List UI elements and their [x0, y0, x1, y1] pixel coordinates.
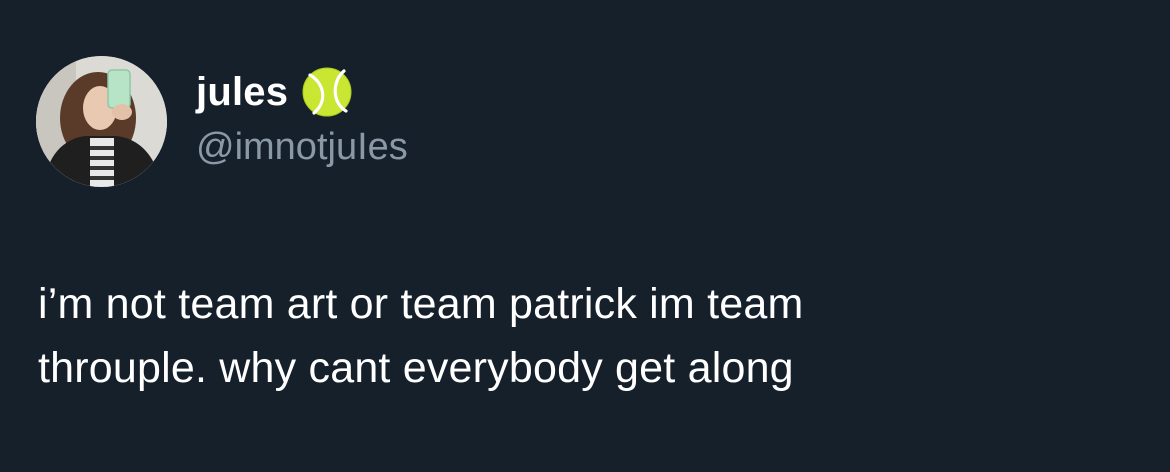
avatar-photo [36, 56, 167, 187]
tweet-text: i’m not team art or team patrick im team… [38, 272, 1128, 400]
author-name-row: jules [196, 64, 408, 120]
author-display-name[interactable]: jules [196, 64, 288, 120]
tennis-ball-icon [302, 67, 352, 117]
tweet-text-line-2: throuple. why cant everybody get along [38, 344, 794, 392]
tweet-text-line-1: i’m not team art or team patrick im team [38, 280, 804, 328]
author-handle[interactable]: @imnotjuIes [196, 124, 408, 170]
author-avatar[interactable] [36, 56, 167, 187]
author-info: jules @imnotjuIes [196, 64, 408, 170]
tweet-card: jules @imnotjuIes i’m not team art or te… [0, 0, 1170, 472]
